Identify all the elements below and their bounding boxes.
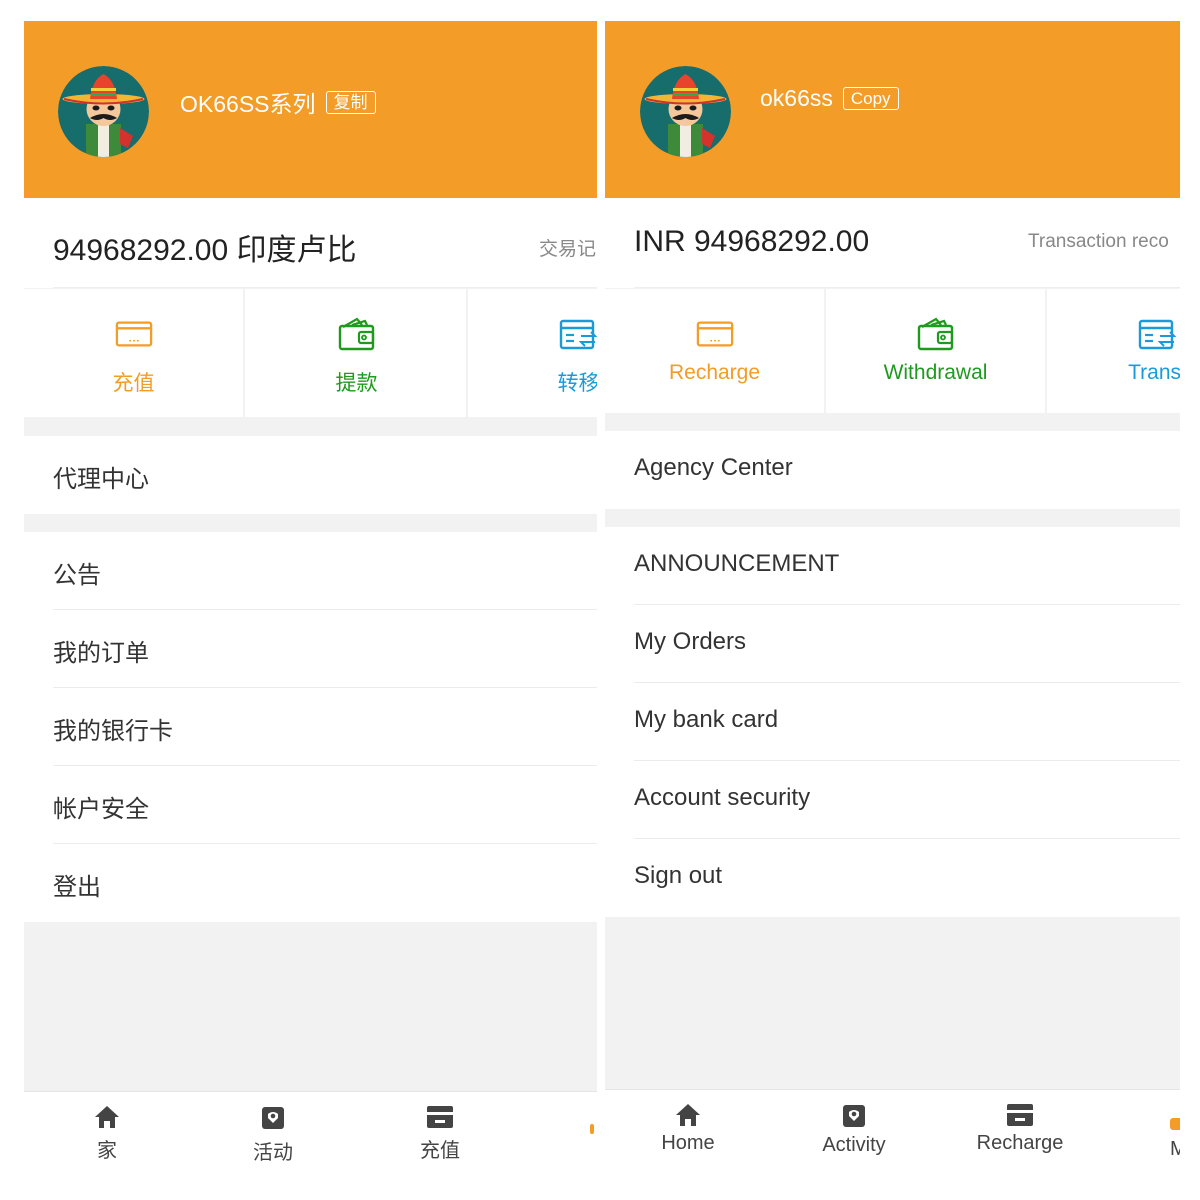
tab-recharge[interactable]: Recharge xyxy=(970,1090,1070,1155)
menu-item-label: 代理中心 xyxy=(53,466,149,493)
username: OK66SS系列 xyxy=(180,91,316,117)
menu-item-account-security[interactable]: 帐户安全 xyxy=(24,766,597,844)
avatar xyxy=(640,66,731,157)
recharge-action-label: Recharge xyxy=(668,361,761,384)
tab-mine[interactable] xyxy=(590,1092,597,1134)
tab-label: 家 xyxy=(97,1140,117,1162)
transaction-records-link[interactable]: Transaction reco xyxy=(1028,231,1169,253)
withdrawal-action[interactable]: 提款 xyxy=(247,289,468,417)
withdrawal-action-label: 提款 xyxy=(335,372,378,395)
mine-icon xyxy=(1170,1118,1180,1130)
wallet-icon xyxy=(337,317,377,351)
menu-item-my-bank-card[interactable]: 我的银行卡 xyxy=(24,688,597,766)
balance-row: INR 94968292.00 Transaction reco xyxy=(605,198,1180,288)
recharge-action[interactable]: Recharge xyxy=(605,289,826,413)
recharge-action-label: 充值 xyxy=(112,372,155,395)
wallet-icon xyxy=(916,317,956,351)
tab-label: Home xyxy=(661,1132,715,1154)
username: ok66ss xyxy=(760,85,833,111)
menu-item-sign-out[interactable]: 登出 xyxy=(24,844,597,922)
menu-item-label: 帐户安全 xyxy=(53,796,149,823)
menu-list: ANNOUNCEMENT My Orders My bank card Acco… xyxy=(605,527,1180,917)
divider xyxy=(53,287,597,288)
menu-item-agency-center[interactable]: Agency Center xyxy=(605,431,1180,509)
tab-home[interactable]: 家 xyxy=(57,1092,157,1163)
menu-list: 公告 我的订单 我的银行卡 帐户安全 登出 xyxy=(24,532,597,922)
recharge-icon xyxy=(425,1104,455,1130)
withdrawal-action[interactable]: Withdrawal xyxy=(826,289,1047,413)
action-grid: Recharge Withdrawal Transf xyxy=(605,289,1180,413)
tab-activity[interactable]: 活动 xyxy=(223,1092,323,1165)
home-icon xyxy=(674,1102,702,1128)
profile-panel-english: ok66ss Copy INR 94968292.00 Transaction … xyxy=(605,21,1180,1179)
card-icon xyxy=(115,319,153,349)
agency-section: Agency Center xyxy=(605,431,1180,509)
balance-amount: 94968292.00 印度卢比 xyxy=(53,234,357,267)
menu-item-my-bank-card[interactable]: My bank card xyxy=(605,683,1180,761)
menu-item-label: 我的订单 xyxy=(53,640,149,667)
menu-item-label: Agency Center xyxy=(634,454,793,481)
username-row: OK66SS系列 复制 xyxy=(180,85,376,119)
copy-button[interactable]: 复制 xyxy=(325,90,376,114)
tab-recharge[interactable]: 充值 xyxy=(390,1092,490,1163)
transfer-icon xyxy=(559,319,598,351)
transfer-action[interactable]: 转移 xyxy=(469,289,597,417)
tab-label: Activity xyxy=(822,1134,886,1156)
menu-item-my-orders[interactable]: My Orders xyxy=(605,605,1180,683)
tab-home[interactable]: Home xyxy=(638,1090,738,1155)
menu-item-my-orders[interactable]: 我的订单 xyxy=(24,610,597,688)
tab-label: 活动 xyxy=(253,1142,293,1164)
menu-item-agency-center[interactable]: 代理中心 xyxy=(24,436,597,514)
menu-item-label: 公告 xyxy=(53,562,101,589)
menu-item-label: Account security xyxy=(634,784,811,811)
avatar xyxy=(58,66,149,157)
profile-header: OK66SS系列 复制 xyxy=(24,21,597,198)
agency-section: 代理中心 xyxy=(24,436,597,514)
divider xyxy=(634,287,1180,288)
username-row: ok66ss Copy xyxy=(760,85,899,112)
recharge-action[interactable]: 充值 xyxy=(24,289,245,417)
menu-item-label: ANNOUNCEMENT xyxy=(634,550,840,577)
menu-item-label: My bank card xyxy=(634,706,779,733)
balance-row: 94968292.00 印度卢比 交易记 xyxy=(24,198,597,288)
profile-header: ok66ss Copy xyxy=(605,21,1180,198)
menu-item-label: Sign out xyxy=(634,862,723,889)
bottom-tab-bar: 家 活动 充值 xyxy=(24,1091,597,1180)
tab-label: 充值 xyxy=(420,1140,460,1162)
menu-item-account-security[interactable]: Account security xyxy=(605,761,1180,839)
mine-icon xyxy=(590,1124,594,1134)
menu-item-label: 我的银行卡 xyxy=(53,718,173,745)
recharge-icon xyxy=(1005,1102,1035,1128)
card-icon xyxy=(696,319,734,349)
tab-label: Recharge xyxy=(976,1132,1064,1154)
action-grid: 充值 提款 转移 xyxy=(24,289,597,417)
home-icon xyxy=(93,1104,121,1130)
tab-activity[interactable]: Activity xyxy=(804,1090,904,1157)
activity-icon xyxy=(840,1102,868,1130)
profile-panel-chinese: OK66SS系列 复制 94968292.00 印度卢比 交易记 充值 提款 转… xyxy=(24,21,597,1180)
balance-amount: INR 94968292.00 xyxy=(634,225,870,258)
transfer-action[interactable]: Transf xyxy=(1048,289,1180,413)
transfer-icon xyxy=(1138,319,1178,351)
transaction-records-link[interactable]: 交易记 xyxy=(539,234,596,261)
withdrawal-action-label: Withdrawal xyxy=(883,361,988,384)
menu-item-label: My Orders xyxy=(634,628,747,655)
activity-icon xyxy=(259,1104,287,1132)
menu-item-label: 登出 xyxy=(53,874,101,901)
transfer-action-label: 转移 xyxy=(557,372,598,395)
menu-item-sign-out[interactable]: Sign out xyxy=(605,839,1180,917)
transfer-action-label: Transf xyxy=(1128,361,1180,384)
menu-item-announcement[interactable]: 公告 xyxy=(24,532,597,610)
copy-button[interactable]: Copy xyxy=(842,87,899,110)
tab-mine[interactable]: M xyxy=(1170,1090,1180,1161)
tab-label: M xyxy=(1170,1138,1180,1160)
menu-item-announcement[interactable]: ANNOUNCEMENT xyxy=(605,527,1180,605)
bottom-tab-bar: Home Activity Recharge M xyxy=(605,1089,1180,1179)
